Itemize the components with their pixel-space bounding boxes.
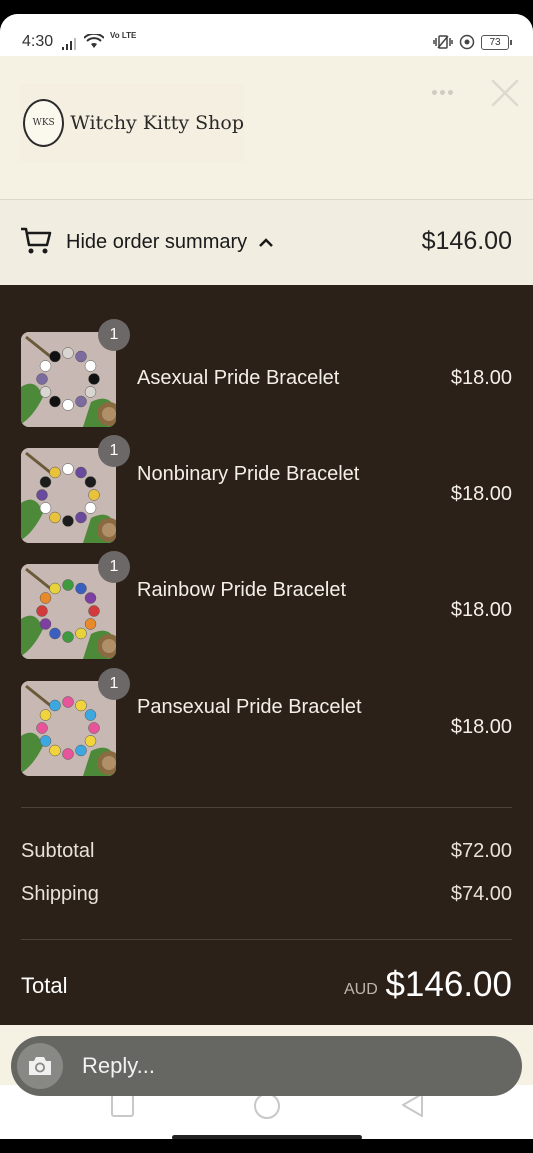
product-name: Pansexual Pride Bracelet [137, 696, 362, 718]
reply-placeholder: Reply... [82, 1053, 155, 1078]
quantity-badge: 1 [98, 551, 130, 583]
vibrate-icon [433, 35, 453, 49]
shop-name: Witchy Kitty Shop [70, 112, 244, 134]
chevron-up-icon [259, 238, 273, 247]
camera-icon [29, 1057, 51, 1075]
shipping-label: Shipping [21, 883, 99, 905]
gesture-bar [172, 1135, 362, 1139]
status-time: 4:30 [22, 33, 54, 50]
total-value: $146.00 [385, 965, 512, 1004]
checkout-header: WKS Witchy Kitty Shop [0, 56, 533, 199]
quantity-badge: 1 [98, 668, 130, 700]
product-name: Nonbinary Pride Bracelet [137, 463, 360, 485]
summary-toggle-label[interactable]: Hide order summary [66, 231, 247, 254]
product-name: Rainbow Pride Bracelet [137, 579, 346, 601]
product-price: $18.00 [450, 483, 512, 505]
logo-badge: WKS [23, 99, 65, 147]
shop-logo[interactable]: WKS Witchy Kitty Shop [20, 84, 244, 162]
product-price: $18.00 [450, 367, 512, 389]
wifi-icon [84, 34, 104, 48]
recents-button[interactable] [111, 1094, 134, 1117]
signal-icon [62, 38, 76, 50]
cart-icon [21, 227, 52, 254]
total-label: Total [21, 973, 68, 998]
line-item: 1 Asexual Pride Bracelet $18.00 [0, 319, 533, 432]
battery-level: 73 [489, 36, 501, 48]
logo-initials: WKS [32, 118, 55, 128]
product-price: $18.00 [450, 716, 512, 738]
more-options-icon[interactable] [432, 84, 458, 100]
data-saver-icon [459, 34, 475, 50]
camera-button[interactable] [17, 1043, 63, 1089]
quantity-badge: 1 [98, 435, 130, 467]
close-icon[interactable] [490, 78, 520, 108]
status-bar: 4:30 Vo LTE 73 [0, 14, 533, 56]
divider [21, 939, 512, 940]
order-summary-toggle[interactable]: Hide order summary $146.00 [0, 199, 533, 286]
volte-indicator: Vo LTE [110, 31, 137, 40]
line-item: 1 Rainbow Pride Bracelet $18.00 [0, 551, 533, 664]
product-name: Asexual Pride Bracelet [137, 367, 340, 389]
currency-code: AUD [344, 981, 378, 998]
reply-input[interactable]: Reply... [11, 1036, 522, 1096]
subtotal-value: $72.00 [450, 840, 512, 862]
phone-screen: 4:30 Vo LTE 73 WKS Witchy Kitty Shop Hid… [0, 14, 533, 1139]
order-summary-panel: 1 Asexual Pride Bracelet $18.00 1 Nonbinary … [0, 285, 533, 1025]
subtotal-label: Subtotal [21, 840, 95, 862]
line-item: 1 Nonbinary Pride Bracelet $18.00 [0, 435, 533, 548]
quantity-badge: 1 [98, 319, 130, 351]
battery-icon: 73 [481, 34, 512, 50]
home-button[interactable] [254, 1093, 280, 1119]
product-price: $18.00 [450, 599, 512, 621]
divider [21, 807, 512, 808]
line-item: 1 Pansexual Pride Bracelet $18.00 [0, 668, 533, 781]
shipping-value: $74.00 [450, 883, 512, 905]
summary-total: $146.00 [421, 227, 512, 255]
status-right-icons: 73 [433, 34, 512, 50]
